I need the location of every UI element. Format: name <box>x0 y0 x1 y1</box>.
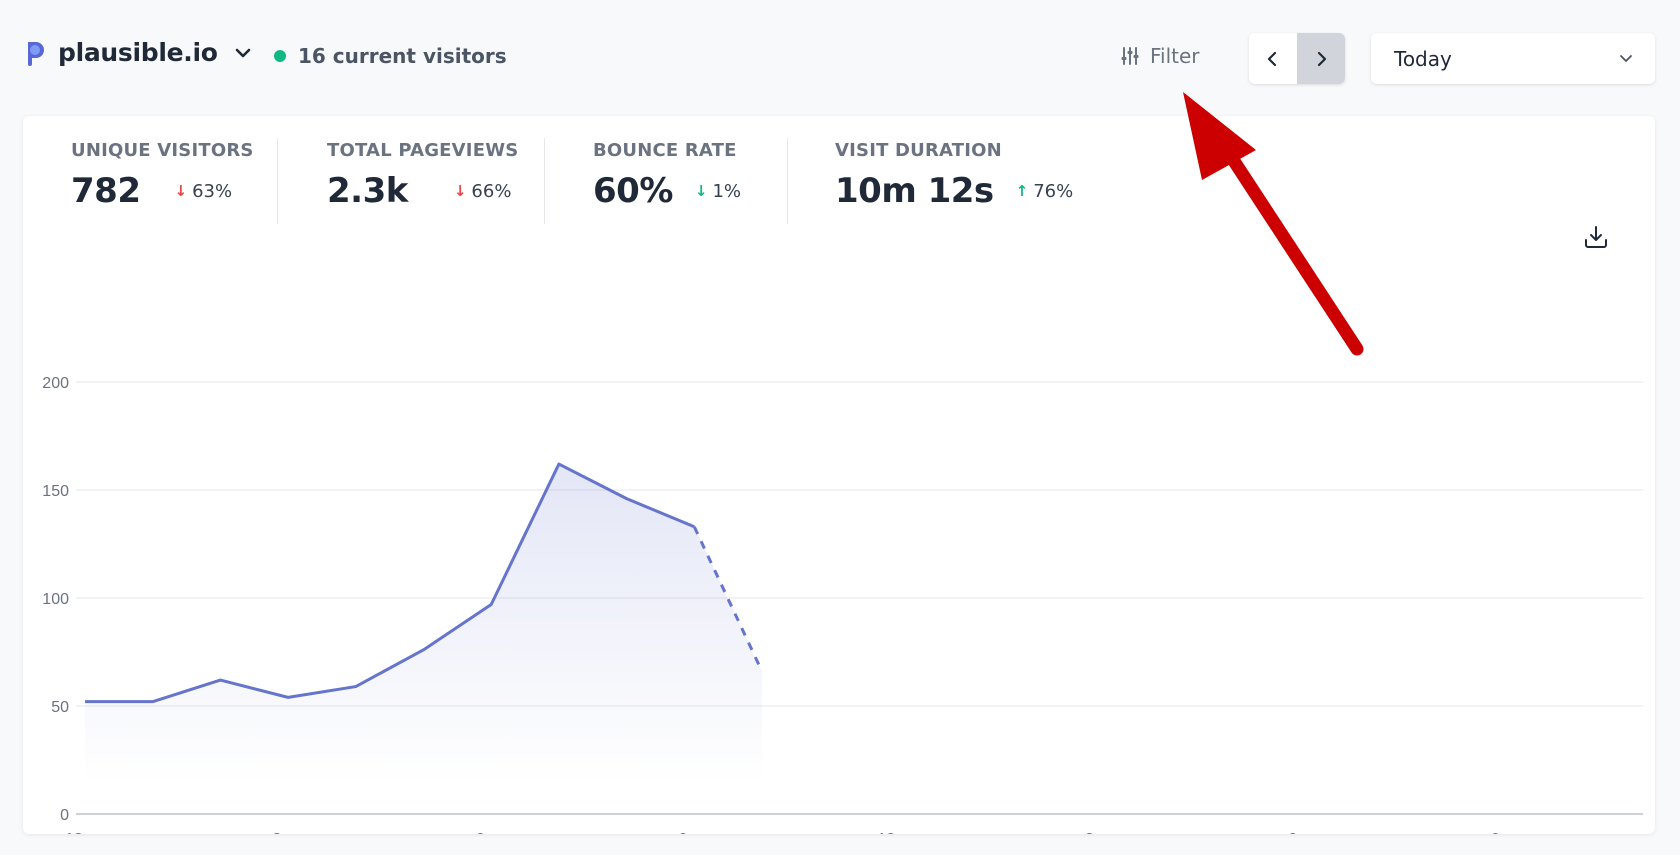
data-point[interactable] <box>485 598 497 610</box>
chevron-down-icon <box>1620 55 1632 62</box>
arrow-down-icon: ↓ <box>174 182 188 200</box>
divider <box>787 138 788 224</box>
data-point[interactable] <box>214 674 226 686</box>
metric-label: BOUNCE RATE <box>593 140 737 161</box>
metric-label: UNIQUE VISITORS <box>71 140 254 161</box>
current-visitors-label: 16 current visitors <box>298 44 507 68</box>
metric-value: 10m 12s <box>835 171 994 211</box>
site-name: plausible.io <box>58 38 218 67</box>
next-period-button[interactable] <box>1297 33 1345 84</box>
y-tick-label: 50 <box>51 699 69 716</box>
y-tick-label: 0 <box>60 807 69 824</box>
arrow-down-icon: ↓ <box>694 182 708 200</box>
metric-change: ↓ 66% <box>454 181 512 202</box>
arrow-up-icon: ↑ <box>1015 182 1029 200</box>
site-switcher[interactable]: plausible.io <box>24 38 252 67</box>
data-point[interactable] <box>418 644 430 656</box>
x-tick-label: 12am <box>65 831 105 834</box>
data-point[interactable] <box>621 493 633 505</box>
metric-total-pageviews[interactable]: TOTAL PAGEVIEWS 2.3k ↓ 66% <box>327 140 518 211</box>
data-point[interactable] <box>553 458 565 470</box>
live-dot-icon <box>274 50 286 62</box>
chevron-down-icon <box>235 48 250 57</box>
visitors-chart: 0 50 100 150 200 12am 3am 6am 9am 12pm 3pm 6pm 9pm <box>42 375 1643 834</box>
date-range-label: Today <box>1394 46 1452 71</box>
metric-label: VISIT DURATION <box>835 140 1002 161</box>
x-tick-label: 9pm <box>1491 831 1522 834</box>
metric-change-value: 63% <box>192 180 233 202</box>
metric-label: TOTAL PAGEVIEWS <box>327 140 519 161</box>
divider <box>277 138 278 224</box>
divider <box>544 138 545 224</box>
metric-change: ↑ 76% <box>1016 181 1074 202</box>
metric-change: ↓ 1% <box>695 181 741 202</box>
x-tick-label: 12pm <box>877 831 917 834</box>
chevron-right-icon <box>1317 51 1327 66</box>
metric-value: 782 <box>71 171 141 211</box>
data-point[interactable] <box>350 681 362 693</box>
metric-change-value: 66% <box>471 180 512 202</box>
chevron-left-icon <box>1267 51 1277 66</box>
x-tick-label: 9am <box>679 831 710 834</box>
metric-unique-visitors[interactable]: UNIQUE VISITORS 782 ↓ 63% <box>71 140 254 211</box>
metric-change: ↓ 63% <box>174 181 232 202</box>
x-tick-label: 6am <box>476 831 507 834</box>
data-point[interactable] <box>756 665 768 677</box>
y-tick-label: 200 <box>42 375 69 392</box>
current-visitors-link[interactable]: 16 current visitors <box>274 44 507 68</box>
metric-value: 60% <box>593 171 673 211</box>
x-tick-label: 3pm <box>1085 831 1116 834</box>
x-tick-label: 3am <box>273 831 304 834</box>
metric-change-value: 1% <box>712 180 742 202</box>
data-point[interactable] <box>79 696 91 708</box>
data-point[interactable] <box>688 521 700 533</box>
top-bar: plausible.io 16 current visitors Filter <box>0 0 1680 116</box>
previous-period-button[interactable] <box>1249 33 1297 84</box>
metric-visit-duration[interactable]: VISIT DURATION 10m 12s ↑ 76% <box>835 140 1073 211</box>
metric-change-value: 76% <box>1033 180 1074 202</box>
main-graph-card: UNIQUE VISITORS 782 ↓ 63% TOTAL PAGEVIEW… <box>23 116 1655 834</box>
y-tick-label: 150 <box>42 483 69 500</box>
metric-bounce-rate[interactable]: BOUNCE RATE 60% ↓ 1% <box>593 140 741 211</box>
plausible-logo-icon <box>28 41 44 66</box>
y-tick-label: 100 <box>42 591 69 608</box>
date-range-select[interactable]: Today <box>1371 33 1655 84</box>
filter-button[interactable]: Filter <box>1120 44 1200 68</box>
data-point[interactable] <box>282 691 294 703</box>
period-pager <box>1249 33 1345 84</box>
filter-label: Filter <box>1150 44 1200 68</box>
data-point[interactable] <box>147 696 159 708</box>
x-tick-label: 6pm <box>1288 831 1319 834</box>
arrow-down-icon: ↓ <box>453 182 467 200</box>
sliders-icon <box>1121 47 1139 65</box>
metric-value: 2.3k <box>327 171 408 211</box>
